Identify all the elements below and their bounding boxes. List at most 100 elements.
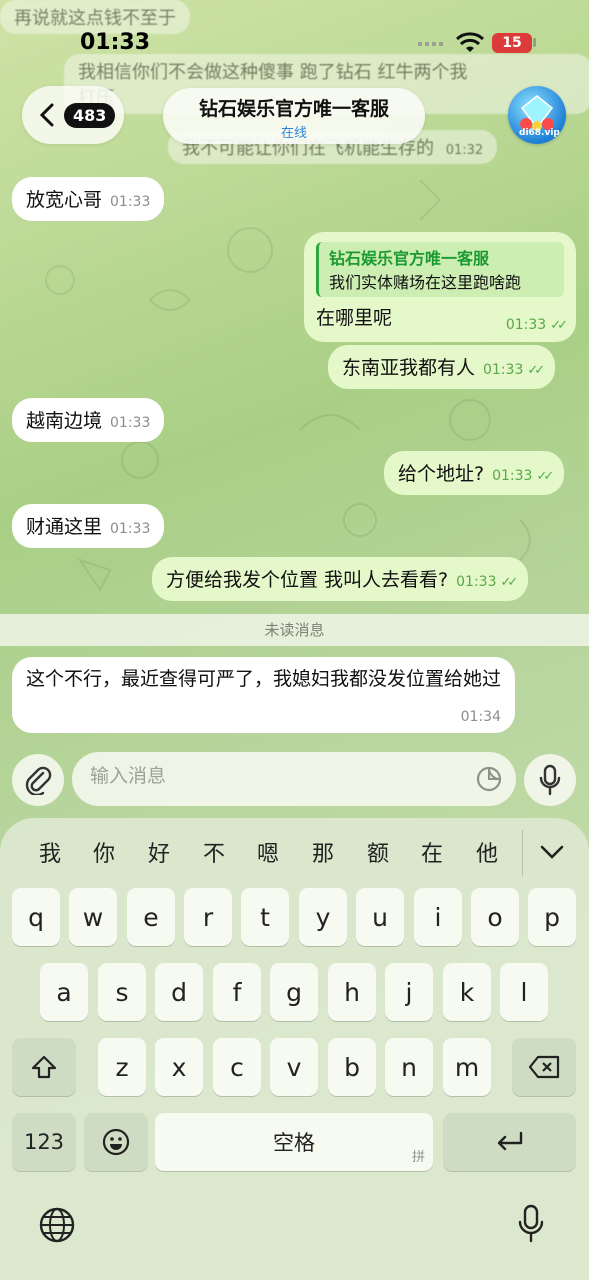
key-e[interactable]: e (127, 888, 175, 946)
reply-text: 我们实体赌场在这里跑啥跑 (329, 273, 522, 292)
key-j[interactable]: j (385, 963, 433, 1021)
emoji-icon (102, 1128, 130, 1156)
candidate-word[interactable]: 嗯 (257, 836, 279, 868)
key-k[interactable]: k (443, 963, 491, 1021)
key-q[interactable]: q (12, 888, 60, 946)
message-bubble[interactable]: 这个不行，最近查得可严了，我媳妇我都没发位置给她过 01:34 (12, 657, 515, 733)
message-bubble[interactable]: 方便给我发个位置 我叫人去看看? 01:33 ✓✓ (152, 557, 529, 601)
message-text: 这个不行，最近查得可严了，我媳妇我都没发位置给她过 (26, 668, 502, 690)
globe-icon[interactable] (38, 1206, 76, 1244)
key-i[interactable]: i (414, 888, 462, 946)
candidate-word[interactable]: 他 (476, 836, 498, 868)
key-b[interactable]: b (328, 1038, 376, 1096)
key-x[interactable]: x (155, 1038, 203, 1096)
message-bubble[interactable]: 越南边境 01:33 (12, 398, 165, 442)
candidate-word[interactable]: 那 (312, 836, 334, 868)
status-time: 01:33 (80, 30, 151, 55)
delete-key[interactable] (512, 1038, 576, 1096)
key-a[interactable]: a (40, 963, 88, 1021)
message-bubble[interactable]: 钻石娱乐官方唯一客服 我们实体赌场在这里跑啥跑 在哪里呢 01:33 ✓✓ (304, 232, 576, 342)
key-y[interactable]: y (299, 888, 347, 946)
key-d[interactable]: d (155, 963, 203, 1021)
shift-key[interactable] (12, 1038, 76, 1096)
battery-cap (533, 38, 536, 47)
avatar[interactable]: di68.vip (508, 86, 566, 144)
voice-record-button[interactable] (524, 754, 576, 806)
key-f[interactable]: f (213, 963, 261, 1021)
key-w[interactable]: w (69, 888, 117, 946)
read-checks-icon: ✓✓ (500, 575, 518, 590)
chevron-down-icon[interactable] (540, 845, 564, 859)
message-time: 01:33 (110, 415, 151, 431)
paperclip-icon (25, 766, 52, 795)
chat-title[interactable]: 钻石娱乐官方唯一客服 在线 (163, 88, 425, 144)
numbers-key[interactable]: 123 (12, 1113, 76, 1171)
back-button[interactable]: 483 (22, 86, 124, 144)
key-v[interactable]: v (270, 1038, 318, 1096)
unread-count-badge: 483 (64, 102, 116, 128)
key-z[interactable]: z (98, 1038, 146, 1096)
message-input-container (72, 752, 516, 806)
candidate-divider (522, 830, 523, 876)
avatar-label: di68.vip (519, 128, 560, 138)
space-key[interactable]: 空格 拼 (155, 1113, 433, 1171)
pinyin-hint: 拼 (411, 1150, 425, 1165)
ghost-time: 01:32 (445, 143, 484, 158)
dictation-microphone-icon[interactable] (518, 1204, 544, 1244)
message-bubble[interactable]: 财通这里 01:33 (12, 504, 165, 548)
message-time: 01:34 (460, 709, 501, 725)
backspace-icon (528, 1055, 560, 1079)
read-checks-icon: ✓✓ (550, 318, 568, 333)
battery-indicator: 15 (492, 33, 532, 53)
message-text: 方便给我发个位置 我叫人去看看? (166, 569, 449, 591)
candidate-word[interactable]: 你 (93, 836, 115, 868)
message-text: 东南亚我都有人 (342, 357, 476, 379)
message-text: 放宽心哥 (26, 189, 103, 211)
message-input[interactable] (88, 764, 462, 788)
emoji-key[interactable] (84, 1113, 148, 1171)
key-n[interactable]: n (385, 1038, 433, 1096)
key-c[interactable]: c (213, 1038, 261, 1096)
read-checks-icon: ✓✓ (527, 363, 545, 378)
attach-button[interactable] (12, 754, 64, 806)
return-key[interactable] (443, 1113, 576, 1171)
wifi-icon (456, 32, 484, 52)
message-text: 在哪里呢 (316, 307, 393, 329)
cellular-signal-icon (418, 42, 443, 46)
key-u[interactable]: u (356, 888, 404, 946)
read-checks-icon: ✓✓ (536, 469, 554, 484)
message-time: 01:33 (456, 574, 497, 590)
microphone-icon (539, 764, 561, 796)
key-l[interactable]: l (500, 963, 548, 1021)
chat-status: 在线 (280, 126, 307, 141)
return-arrow-icon (497, 1131, 522, 1151)
key-h[interactable]: h (328, 963, 376, 1021)
message-meta: 01:33 ✓✓ (498, 312, 568, 334)
message-time: 01:33 (483, 362, 524, 378)
key-r[interactable]: r (184, 888, 232, 946)
key-p[interactable]: p (528, 888, 576, 946)
message-time: 01:33 (110, 521, 151, 537)
chevron-left-icon (40, 103, 54, 127)
reply-sender: 钻石娱乐官方唯一客服 (329, 249, 490, 268)
chat-name: 钻石娱乐官方唯一客服 (198, 98, 389, 120)
message-bubble[interactable]: 给个地址? 01:33 ✓✓ (384, 451, 565, 495)
message-time: 01:33 (110, 194, 151, 210)
message-time: 01:33 (492, 468, 533, 484)
candidate-word[interactable]: 额 (367, 836, 389, 868)
candidate-word[interactable]: 不 (203, 836, 225, 868)
key-t[interactable]: t (241, 888, 289, 946)
candidate-word[interactable]: 我 (39, 836, 61, 868)
message-bubble[interactable]: 东南亚我都有人 01:33 ✓✓ (328, 345, 556, 389)
candidate-word[interactable]: 好 (148, 836, 170, 868)
candidate-word[interactable]: 在 (421, 836, 443, 868)
key-s[interactable]: s (98, 963, 146, 1021)
sticker-icon[interactable] (476, 766, 502, 792)
key-g[interactable]: g (270, 963, 318, 1021)
reply-quote[interactable]: 钻石娱乐官方唯一客服 我们实体赌场在这里跑啥跑 (316, 242, 564, 297)
message-bubble[interactable]: 放宽心哥 01:33 (12, 177, 165, 221)
key-m[interactable]: m (443, 1038, 491, 1096)
status-bar: 01:33 15 (0, 0, 589, 80)
key-o[interactable]: o (471, 888, 519, 946)
message-text: 给个地址? (398, 463, 485, 485)
